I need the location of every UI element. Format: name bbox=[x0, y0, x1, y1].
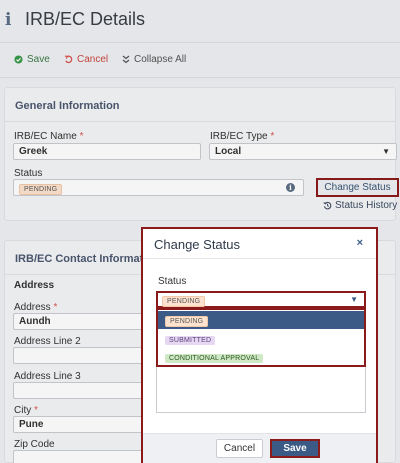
close-icon[interactable]: × bbox=[357, 237, 363, 249]
divider bbox=[143, 258, 376, 259]
modal-status-label: Status bbox=[158, 276, 187, 287]
caret-down-icon: ▼ bbox=[350, 295, 358, 304]
modal-title: Change Status bbox=[154, 237, 241, 252]
modal-cancel-button[interactable]: Cancel bbox=[216, 439, 263, 458]
status-option-conditional-approval[interactable]: CONDITIONAL APPROVAL bbox=[158, 348, 364, 366]
status-select[interactable]: PENDING ▼ bbox=[156, 291, 366, 308]
status-option-submitted[interactable]: SUBMITTED bbox=[158, 330, 364, 348]
option-badge: SUBMITTED bbox=[165, 336, 216, 345]
modal-footer: Cancel Save bbox=[143, 433, 376, 463]
selected-status-badge: PENDING bbox=[162, 296, 206, 307]
modal-save-button[interactable]: Save bbox=[270, 439, 320, 458]
option-badge: PENDING bbox=[165, 316, 209, 327]
status-dropdown-list: PENDING SUBMITTED CONDITIONAL APPROVAL bbox=[156, 308, 366, 367]
comments-textarea[interactable] bbox=[156, 367, 366, 413]
option-badge: CONDITIONAL APPROVAL bbox=[165, 354, 264, 363]
change-status-modal: Change Status × Status PENDING ▼ PENDING… bbox=[141, 227, 378, 463]
status-option-pending[interactable]: PENDING bbox=[158, 311, 364, 329]
